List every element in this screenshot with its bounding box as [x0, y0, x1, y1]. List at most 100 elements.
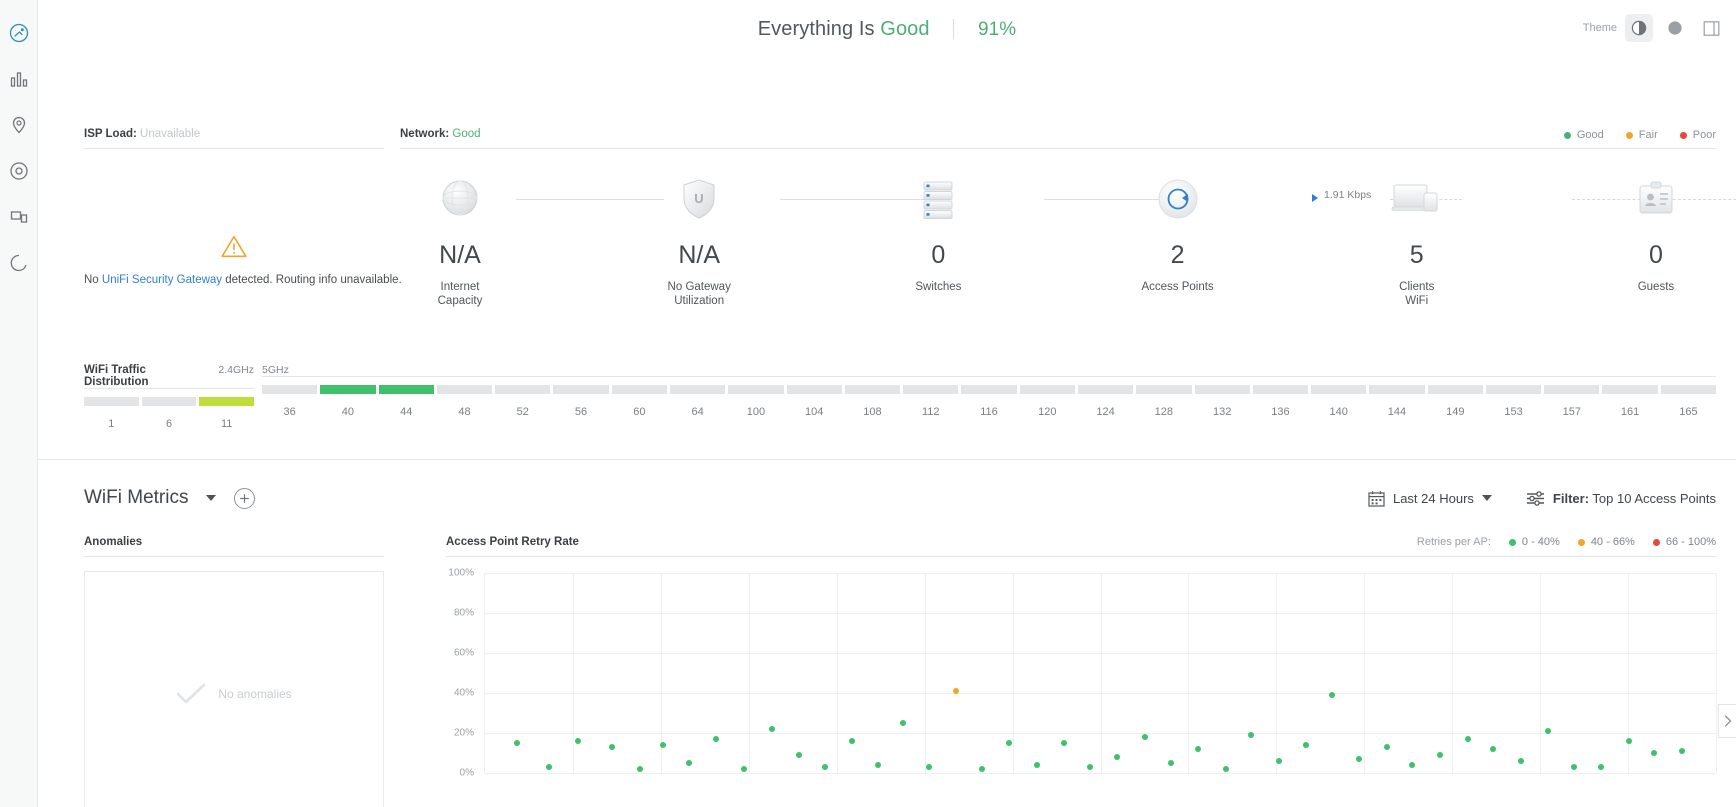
channel-bar-112[interactable] — [903, 385, 958, 394]
channel-bar-52[interactable] — [495, 385, 550, 394]
scatter-point[interactable] — [769, 726, 775, 732]
channel-bar-40[interactable] — [320, 385, 375, 394]
scatter-point[interactable] — [1598, 764, 1604, 770]
channel-bar-165[interactable] — [1661, 385, 1716, 394]
node-gateway[interactable]: U N/A No Gateway Utilization — [639, 171, 759, 308]
scatter-point[interactable] — [609, 744, 615, 750]
scatter-point[interactable] — [741, 766, 747, 772]
channel-bar-60[interactable] — [612, 385, 667, 394]
sidebar-item-map[interactable] — [0, 102, 38, 148]
scatter-point[interactable] — [1114, 754, 1120, 760]
network-header: Network: Good — [400, 128, 481, 148]
scatter-point[interactable] — [822, 764, 828, 770]
channel-bar-153[interactable] — [1486, 385, 1541, 394]
scatter-point[interactable] — [1061, 740, 1067, 746]
usg-link[interactable]: UniFi Security Gateway — [102, 274, 222, 286]
scatter-point[interactable] — [713, 736, 719, 742]
scatter-point[interactable] — [1248, 732, 1254, 738]
channel-bar-56[interactable] — [553, 385, 608, 394]
scatter-point[interactable] — [1518, 758, 1524, 764]
channel-bar-124[interactable] — [1078, 385, 1133, 394]
channel-bar-132[interactable] — [1195, 385, 1250, 394]
scatter-point[interactable] — [900, 720, 906, 726]
channel-bar-11[interactable] — [199, 397, 254, 406]
scatter-point[interactable] — [660, 742, 666, 748]
scatter-point[interactable] — [1679, 748, 1685, 754]
channel-bar-149[interactable] — [1428, 385, 1483, 394]
theme-light-button[interactable] — [1625, 14, 1653, 42]
time-range-selector[interactable]: Last 24 Hours — [1368, 490, 1492, 507]
node-guests[interactable]: 0 Guests — [1596, 171, 1716, 295]
sidebar-item-devices[interactable] — [0, 148, 38, 194]
scatter-point[interactable] — [1223, 766, 1229, 772]
channel-bar-6[interactable] — [142, 397, 197, 406]
theme-dark-button[interactable] — [1661, 14, 1689, 42]
scatter-point[interactable] — [546, 764, 552, 770]
channel-bar-64[interactable] — [670, 385, 725, 394]
node-guests-label: Guests — [1596, 281, 1716, 295]
scatter-point[interactable] — [1087, 764, 1093, 770]
scatter-point[interactable] — [796, 752, 802, 758]
channel-bar-104[interactable] — [787, 385, 842, 394]
scatter-point[interactable] — [1276, 758, 1282, 764]
wtd-band-columns: WiFi Traffic Distribution 2.4GHz 1611 5G… — [84, 364, 1716, 430]
scatter-point[interactable] — [575, 738, 581, 744]
scatter-point[interactable] — [1651, 750, 1657, 756]
scatter-point[interactable] — [1545, 728, 1551, 734]
node-switches[interactable]: 0 Switches — [878, 171, 998, 295]
channel-bar-100[interactable] — [728, 385, 783, 394]
channel-bar-144[interactable] — [1369, 385, 1424, 394]
scatter-point[interactable] — [979, 766, 985, 772]
scatter-point[interactable] — [1384, 744, 1390, 750]
time-range-chevron-down-icon[interactable] — [1482, 495, 1492, 501]
channel-bar-108[interactable] — [845, 385, 900, 394]
sidebar-item-dashboard[interactable] — [0, 10, 38, 56]
scatter-point[interactable] — [1142, 734, 1148, 740]
scatter-point[interactable] — [1490, 746, 1496, 752]
channel-label-112: 112 — [903, 406, 958, 418]
scatter-point[interactable] — [1571, 764, 1577, 770]
add-metric-button[interactable] — [234, 488, 255, 509]
channel-bar-140[interactable] — [1311, 385, 1366, 394]
scatter-point[interactable] — [1465, 736, 1471, 742]
scatter-point[interactable] — [1409, 762, 1415, 768]
next-page-button[interactable] — [1718, 704, 1736, 738]
channel-bar-157[interactable] — [1544, 385, 1599, 394]
scatter-point[interactable] — [1303, 742, 1309, 748]
channel-bar-36[interactable] — [262, 385, 317, 394]
scatter-point[interactable] — [1329, 692, 1335, 698]
scatter-point[interactable] — [686, 760, 692, 766]
node-clients-value: 5 — [1357, 243, 1477, 268]
scatter-point[interactable] — [849, 738, 855, 744]
channel-bar-161[interactable] — [1602, 385, 1657, 394]
scatter-point[interactable] — [514, 740, 520, 746]
scatter-point[interactable] — [637, 766, 643, 772]
channel-bar-128[interactable] — [1136, 385, 1191, 394]
scatter-point[interactable] — [1168, 760, 1174, 766]
scatter-point[interactable] — [1006, 740, 1012, 746]
node-clients[interactable]: 5 Clients WiFi — [1357, 171, 1477, 308]
filter-selector[interactable]: Filter: Top 10 Access Points — [1526, 491, 1716, 506]
scatter-point[interactable] — [1195, 746, 1201, 752]
channel-bar-136[interactable] — [1253, 385, 1308, 394]
scatter-point[interactable] — [926, 764, 932, 770]
scatter-point[interactable] — [1356, 756, 1362, 762]
node-access-points[interactable]: 2 Access Points — [1118, 171, 1238, 295]
channel-bar-1[interactable] — [84, 397, 139, 406]
scatter-point[interactable] — [1437, 752, 1443, 758]
channel-bar-120[interactable] — [1020, 385, 1075, 394]
sidebar-item-insights[interactable] — [0, 240, 38, 286]
channel-bar-44[interactable] — [379, 385, 434, 394]
panel-toggle-button[interactable] — [1703, 20, 1720, 37]
node-internet[interactable]: N/A Internet Capacity — [400, 171, 520, 308]
sidebar-item-clients[interactable] — [0, 194, 38, 240]
chevron-down-icon[interactable] — [206, 495, 216, 501]
scatter-point[interactable] — [1034, 762, 1040, 768]
scatter-point[interactable] — [953, 688, 959, 694]
channel-bar-116[interactable] — [961, 385, 1016, 394]
scatter-point[interactable] — [875, 762, 881, 768]
retry-legend: Retries per AP: 0 - 40% 40 - 66% 66 - 10… — [1417, 536, 1716, 548]
scatter-point[interactable] — [1626, 738, 1632, 744]
sidebar-item-statistics[interactable] — [0, 56, 38, 102]
channel-bar-48[interactable] — [437, 385, 492, 394]
